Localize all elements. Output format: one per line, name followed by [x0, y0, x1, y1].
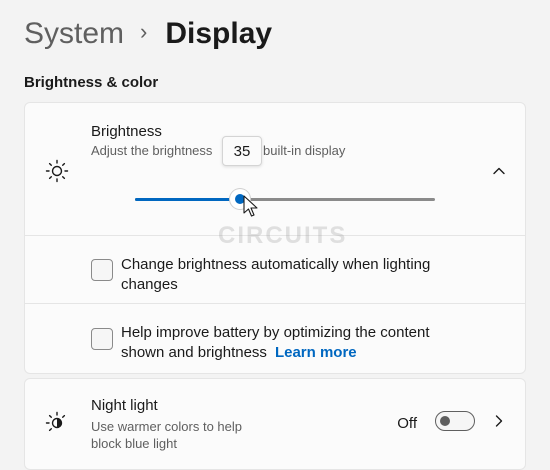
breadcrumb-system-link[interactable]: System	[24, 14, 124, 54]
page-title: Display	[165, 17, 273, 50]
watermark-logo: CIRCUITS	[218, 222, 348, 249]
brightness-slider[interactable]	[135, 189, 435, 209]
toggle-knob	[440, 416, 450, 426]
slider-fill	[135, 198, 240, 201]
brightness-title: Brightness	[91, 123, 162, 140]
night-light-title: Night light	[91, 397, 158, 414]
brightness-description: Adjust the brightness	[91, 143, 213, 158]
section-title: Brightness & color	[24, 74, 159, 91]
brightness-description-end: built-in display	[263, 143, 346, 158]
chevron-right-icon[interactable]	[491, 413, 507, 429]
learn-more-link[interactable]: Learn more	[275, 344, 357, 361]
brightness-value-tooltip: 35	[222, 136, 262, 166]
night-light-toggle[interactable]	[435, 411, 475, 431]
night-light-description: Use warmer colors to help block blue lig…	[91, 419, 242, 451]
auto-brightness-checkbox[interactable]	[91, 259, 113, 281]
auto-brightness-label[interactable]: Change brightness automatically when lig…	[121, 255, 430, 295]
night-light-icon	[45, 411, 66, 432]
night-light-state: Off	[397, 415, 417, 432]
breadcrumb: System › Display	[24, 14, 272, 54]
chevron-up-icon[interactable]	[491, 163, 507, 179]
night-light-card[interactable]: Night light Use warmer colors to help bl…	[24, 378, 526, 470]
breadcrumb-separator: ›	[140, 19, 148, 44]
content-adaptive-checkbox[interactable]	[91, 328, 113, 350]
divider	[25, 303, 525, 304]
mouse-cursor-icon	[243, 195, 258, 217]
sun-icon	[45, 159, 69, 183]
content-adaptive-label[interactable]: Help improve battery by optimizing the c…	[121, 323, 430, 363]
